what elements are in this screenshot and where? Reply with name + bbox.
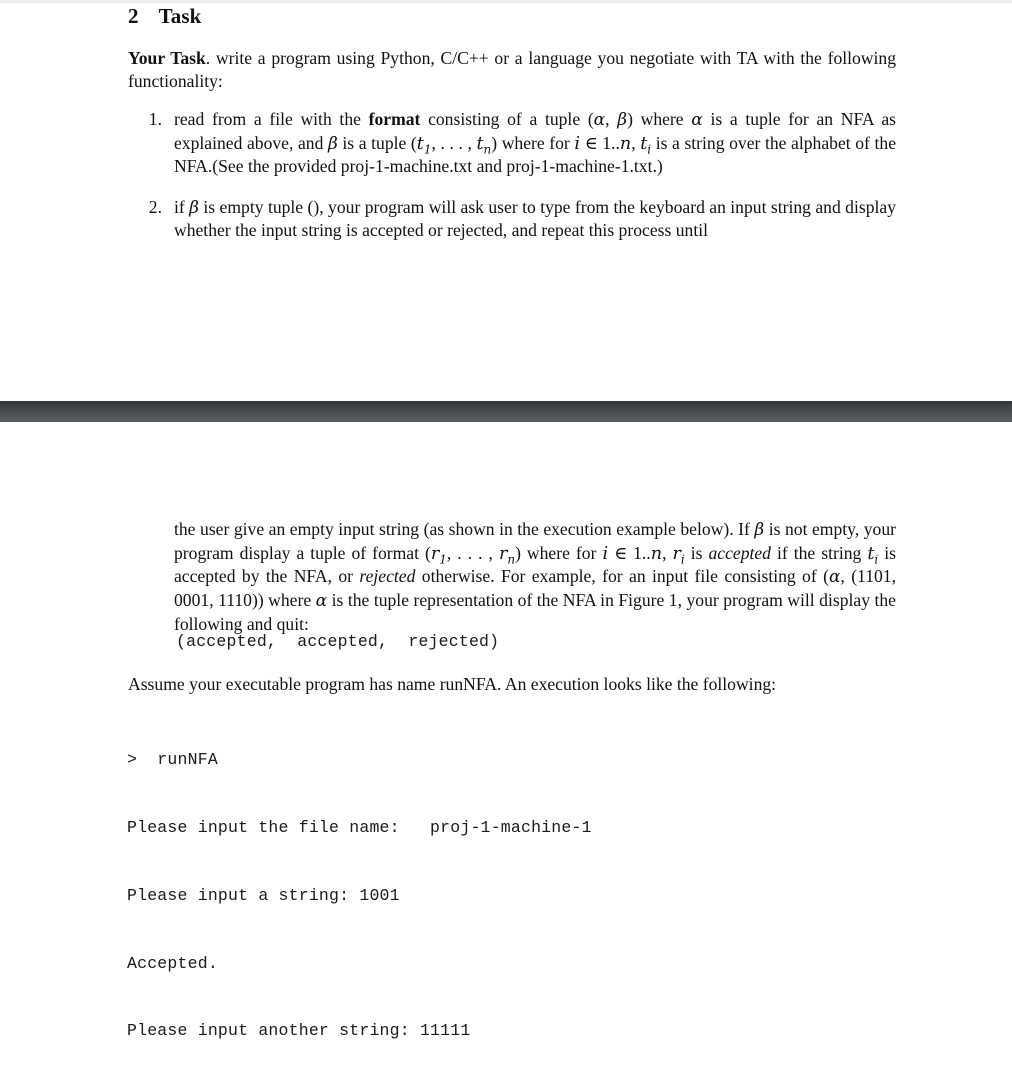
li1-t7: , . . . ,: [431, 132, 477, 153]
code-output-line: (accepted, accepted, rejected): [176, 632, 500, 651]
terminal-line: Please input the file name: proj-1-machi…: [127, 817, 592, 837]
li1-n: n: [619, 133, 632, 154]
intro-text: . write a program using Python, C/C++ or…: [128, 48, 896, 91]
li1-alpha: α: [593, 110, 606, 130]
list-item-marker: 2.: [148, 196, 162, 217]
cont-j: otherwise. For example, for an input fil…: [415, 566, 829, 587]
cont-r1-sub: 1: [439, 552, 447, 567]
li1-bold-format: format: [368, 109, 421, 129]
cont-h: if the string: [770, 542, 868, 563]
li1-t8: ) where for: [491, 132, 575, 153]
li1-t1: read from a file with the: [174, 109, 369, 129]
terminal-line: > runNFA: [127, 750, 218, 770]
cont-alpha2: α: [315, 591, 328, 612]
li2-t1: if: [174, 196, 190, 217]
task-ordered-list: 1. read from a file with the format cons…: [128, 108, 896, 260]
cont-rn-sub: n: [507, 552, 516, 567]
cont-d: ) where for: [515, 542, 603, 563]
intro-lead-bold: Your Task: [128, 48, 206, 68]
li2-t2: is empty tuple (), your program will ask…: [174, 196, 896, 241]
list-item: 1. read from a file with the format cons…: [128, 108, 896, 178]
cont-accepted-italic: accepted: [708, 542, 771, 563]
li1-t10: ,: [631, 132, 641, 153]
terminal-line: Please input a string: 1001: [127, 885, 400, 905]
intro-paragraph: Your Task. write a program using Python,…: [128, 47, 896, 92]
section-heading: 2 Task: [128, 4, 201, 29]
li1-t-varn: t: [476, 133, 484, 154]
terminal-line: Accepted.: [127, 953, 218, 973]
cont-rejected-italic: rejected: [359, 566, 416, 587]
cont-alpha: α: [828, 567, 841, 588]
list-item-body: read from a file with the format consist…: [174, 108, 896, 178]
li2-beta: β: [189, 197, 199, 218]
section-number: 2: [128, 4, 139, 28]
cont-ri: r: [672, 543, 681, 564]
li1-t6: is a tuple (: [337, 132, 417, 153]
cont-beta: β: [754, 520, 765, 540]
top-edge-strip: [0, 0, 1012, 3]
li1-t3: ,: [605, 109, 618, 129]
list-item-marker: 1.: [148, 109, 162, 129]
cont-a: the user give an empty input string (as …: [174, 519, 755, 539]
li1-beta: β: [617, 110, 628, 130]
continuation-paragraph: the user give an empty input string (as …: [174, 518, 896, 636]
li1-t2: consisting of a tuple (: [420, 109, 594, 129]
li1-t-var1: t: [416, 133, 424, 154]
cont-c: , . . . ,: [446, 542, 499, 563]
li1-t9: ∈ 1..: [580, 132, 620, 153]
cont-g: is: [684, 542, 709, 563]
li1-alpha2: α: [691, 110, 703, 130]
li1-t4: ) where: [627, 109, 692, 129]
li1-beta2: β: [328, 133, 338, 154]
list-item: 2. if β is empty tuple (), your program …: [128, 196, 896, 242]
cont-f: ,: [662, 542, 673, 563]
terminal-line: Please input another string: 11111: [127, 1021, 471, 1041]
section-title: Task: [158, 4, 202, 28]
terminal-transcript: > runNFA Please input the file name: pro…: [127, 704, 592, 1088]
cont-n: n: [650, 543, 663, 564]
page-separator-band: [0, 401, 1012, 422]
list-item-body: if β is empty tuple (), your program wil…: [174, 196, 896, 242]
assume-paragraph: Assume your executable program has name …: [128, 674, 777, 694]
cont-e: ∈ 1..: [608, 542, 651, 563]
